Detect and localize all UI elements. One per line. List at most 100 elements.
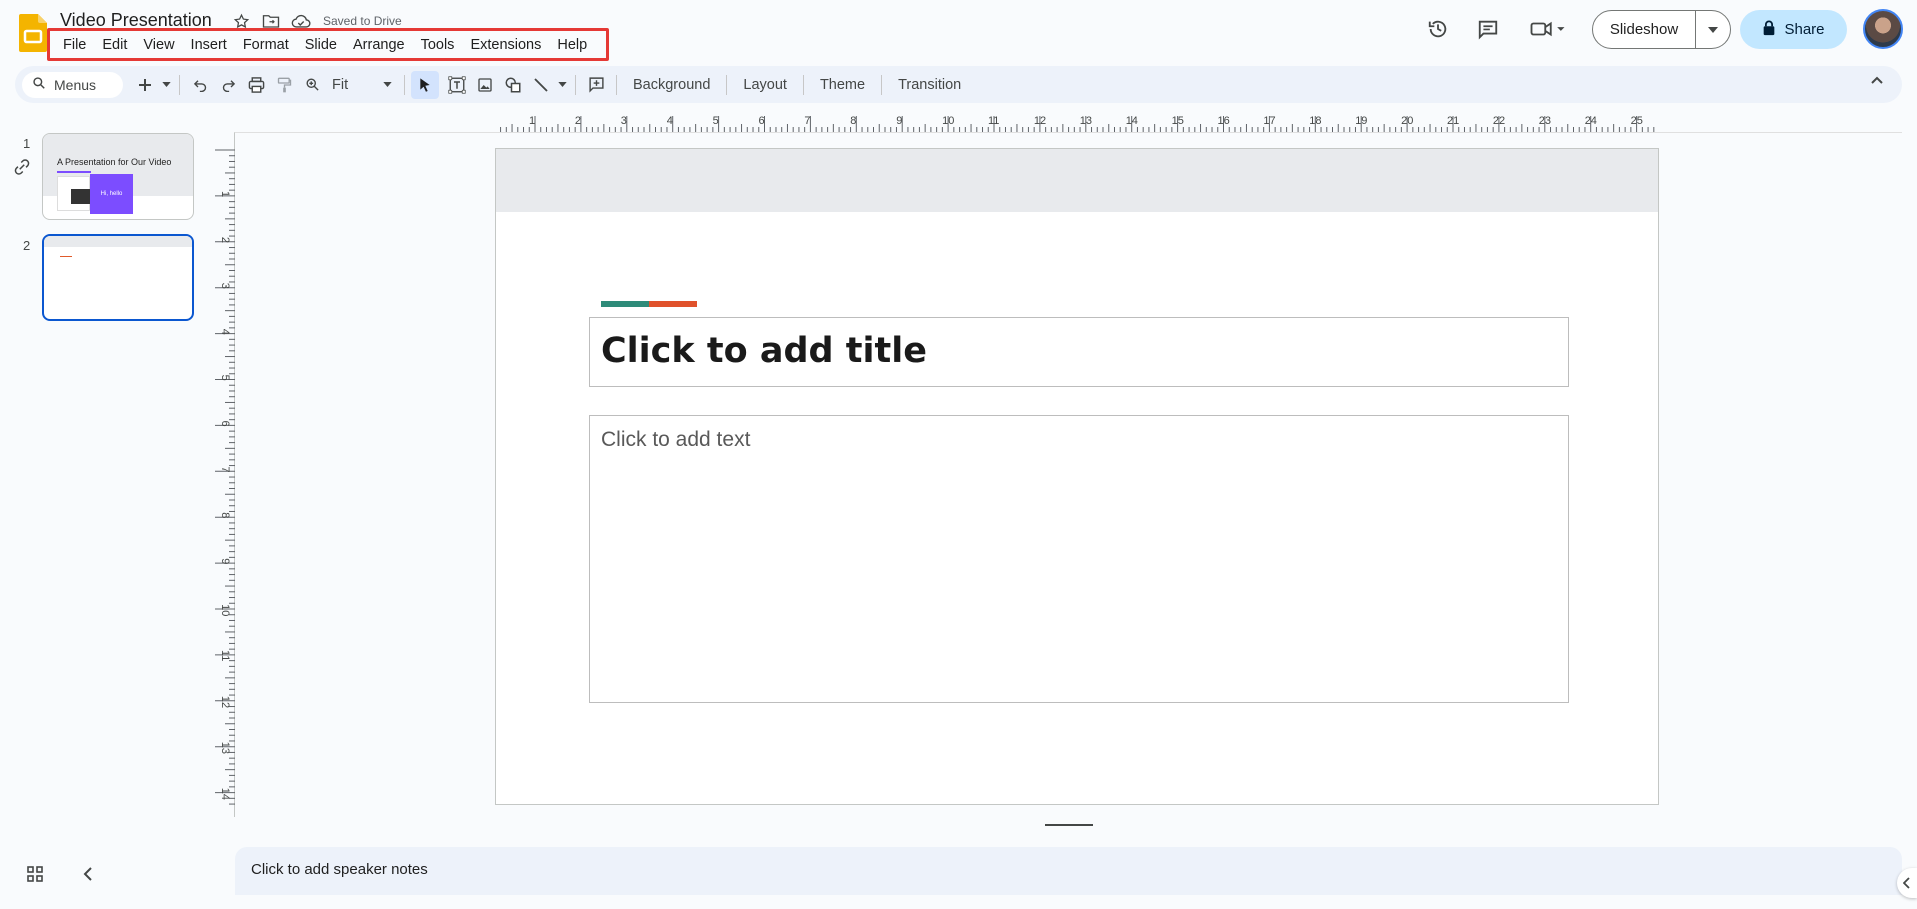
toolbar-divider (881, 74, 883, 95)
search-menus-input[interactable]: Menus (22, 71, 123, 98)
theme-button[interactable]: Theme (810, 77, 875, 93)
line-dropdown-icon[interactable] (555, 71, 569, 99)
ruler-label: 11 (988, 115, 999, 127)
ruler-label: 2 (575, 115, 581, 127)
ruler-label: 9 (896, 115, 902, 127)
avatar[interactable] (1863, 9, 1903, 49)
redo-icon[interactable] (214, 71, 242, 99)
saved-status: Saved to Drive (323, 14, 402, 28)
grid-view-icon[interactable] (27, 866, 43, 887)
thumbnail-card-text: Hi, hello (100, 191, 123, 197)
ruler-label: 12 (219, 696, 231, 708)
text-box-icon[interactable] (443, 71, 471, 99)
ruler-label: 1 (529, 115, 535, 127)
slide-thumbnail-1[interactable]: A Presentation for Our Video Hi, hello (42, 133, 194, 220)
title-placeholder[interactable]: Click to add title (589, 317, 1569, 387)
menu-file[interactable]: File (60, 35, 94, 55)
search-menus-label: Menus (54, 76, 97, 93)
horizontal-ruler[interactable]: 1 2 3 4 5 6 7 8 9 10 11 12 13 14 15 16 17 18 19 20 21 22 23 24 2… (495, 113, 1665, 132)
share-button[interactable]: Share (1740, 10, 1847, 49)
ruler-label: 20 (1401, 115, 1413, 127)
transition-button[interactable]: Transition (888, 77, 971, 93)
linked-object-icon[interactable] (13, 158, 31, 181)
ruler-label: 6 (219, 421, 231, 427)
accent-orange (649, 301, 697, 307)
vertical-ruler[interactable]: 1234567891011121314 (213, 148, 235, 806)
shape-icon[interactable] (499, 71, 527, 99)
thumbnail-header-band (44, 236, 192, 247)
image-icon[interactable] (471, 71, 499, 99)
menu-slide[interactable]: Slide (297, 35, 345, 55)
ruler-label: 12 (1034, 115, 1046, 127)
toolbar-divider (726, 74, 728, 95)
ruler-label: 7 (804, 115, 810, 127)
ruler-label: 10 (942, 115, 954, 127)
slideshow-dropdown-icon[interactable] (1696, 11, 1730, 48)
menu-view[interactable]: View (135, 35, 182, 55)
menu-arrange[interactable]: Arrange (345, 35, 413, 55)
paint-format-icon[interactable] (270, 71, 298, 99)
ruler-label: 25 (1631, 115, 1643, 127)
menu-insert[interactable]: Insert (183, 35, 235, 55)
zoom-dropdown-icon (383, 82, 392, 87)
slides-logo-icon[interactable] (19, 14, 47, 52)
ruler-label: 10 (219, 604, 231, 616)
menu-format[interactable]: Format (235, 35, 297, 55)
ruler-label: 3 (621, 115, 627, 127)
ruler-label: 11 (219, 650, 231, 661)
thumbnail-video-image (71, 189, 91, 204)
menu-edit[interactable]: Edit (94, 35, 135, 55)
accent-teal (601, 301, 649, 307)
menu-extensions[interactable]: Extensions (462, 35, 549, 55)
ruler-label: 3 (219, 283, 231, 289)
ruler-label: 9 (219, 558, 231, 564)
speaker-notes[interactable]: Click to add speaker notes (235, 847, 1902, 895)
meet-icon[interactable] (1528, 16, 1568, 42)
ruler-label: 5 (219, 375, 231, 381)
ruler-label: 13 (1080, 115, 1092, 127)
collapse-filmstrip-chevron-left-icon[interactable] (83, 866, 93, 887)
ruler-label: 16 (1218, 115, 1230, 127)
layout-button[interactable]: Layout (733, 77, 797, 93)
ruler-label: 24 (1585, 115, 1597, 127)
select-tool-icon[interactable] (411, 70, 439, 99)
zoom-select[interactable]: Fit (326, 77, 398, 93)
collapse-toolbar-chevron-up-icon[interactable] (1870, 72, 1884, 90)
zoom-icon[interactable] (298, 71, 326, 99)
new-slide-plus-icon[interactable] (131, 71, 159, 99)
notes-resize-handle[interactable] (1045, 824, 1093, 826)
ruler-label: 21 (1447, 115, 1459, 127)
search-icon (32, 76, 46, 93)
print-icon[interactable] (242, 71, 270, 99)
slide-number: 2 (23, 238, 31, 253)
comment-icon[interactable] (1475, 16, 1501, 42)
new-slide-dropdown-icon[interactable] (159, 71, 173, 99)
thumbnail-title: A Presentation for Our Video (57, 157, 172, 167)
ruler-label: 8 (850, 115, 856, 127)
slide-thumbnail-2[interactable] (42, 234, 194, 321)
zoom-value: Fit (332, 76, 349, 93)
slideshow-label[interactable]: Slideshow (1593, 11, 1696, 48)
ruler-label: 7 (219, 466, 231, 472)
menubar: File Edit View Insert Format Slide Arran… (47, 28, 610, 61)
undo-icon[interactable] (186, 71, 214, 99)
slide-header-band (496, 149, 1658, 212)
menu-help[interactable]: Help (549, 35, 595, 55)
line-icon[interactable] (527, 71, 555, 99)
title-accent-bar (601, 301, 697, 307)
body-placeholder[interactable]: Click to add text (589, 415, 1569, 703)
ruler-label: 4 (219, 329, 231, 335)
slideshow-button[interactable]: Slideshow (1592, 10, 1731, 49)
background-button[interactable]: Background (623, 77, 720, 93)
toolbar: Menus Fit Background Layout Theme Transi… (15, 66, 1902, 103)
thumbnail-accent-line (60, 256, 72, 257)
ruler-label: 22 (1493, 115, 1505, 127)
slide-canvas[interactable]: Click to add title Click to add text (495, 148, 1659, 805)
ruler-label: 8 (219, 512, 231, 518)
add-comment-icon[interactable] (582, 71, 610, 99)
ruler-label: 13 (219, 742, 231, 754)
history-icon[interactable] (1425, 16, 1451, 42)
ruler-label: 5 (713, 115, 719, 127)
menu-tools[interactable]: Tools (413, 35, 463, 55)
ruler-label: 1 (219, 191, 231, 197)
